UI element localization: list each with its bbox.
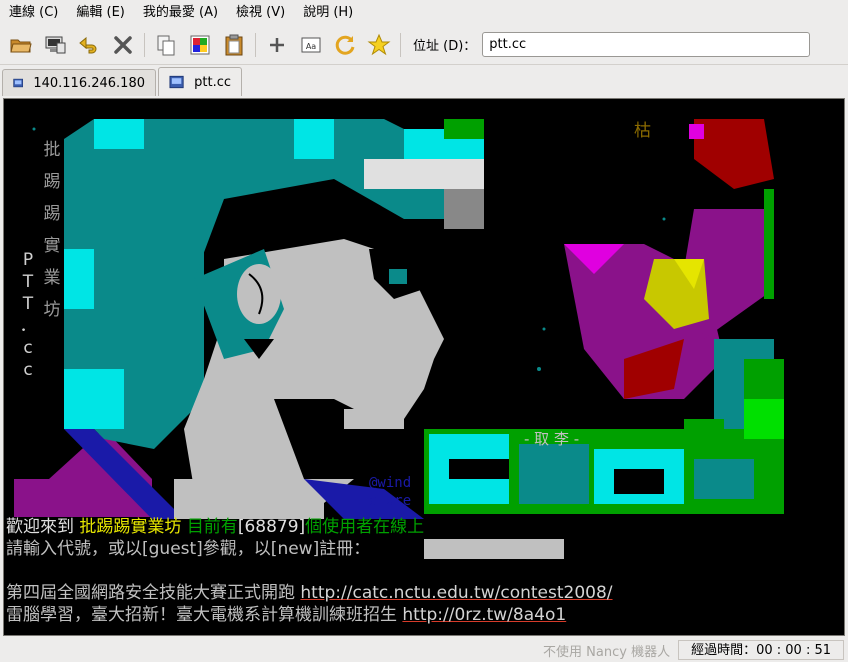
vertical-char: c xyxy=(23,360,33,380)
tab-label: 140.116.246.180 xyxy=(33,75,145,91)
robot-status: 不使用 Nancy 機器人 xyxy=(543,644,671,660)
artist-credit-2: azure xyxy=(369,493,412,509)
paste-icon xyxy=(225,34,243,55)
vertical-char: 踢 xyxy=(43,204,61,224)
disconnect-icon xyxy=(114,35,132,54)
login-input[interactable] xyxy=(424,539,564,559)
copy-icon xyxy=(157,35,175,55)
menubar: 連線 (C) 編輯 (E) 我的最愛 (A) 檢視 (V) 說明 (H) xyxy=(0,0,848,25)
menu-connection[interactable]: 連線 (C) xyxy=(4,0,63,25)
tab-label: ptt.cc xyxy=(194,74,231,90)
reconnect-button[interactable] xyxy=(72,29,106,61)
vertical-char: 踢 xyxy=(43,172,61,192)
elapsed-time: 經過時間：00 : 00 : 51 xyxy=(678,640,844,660)
news-text-1: 第四屆全國網路安全技能大賽正式開跑 xyxy=(6,583,295,603)
tab-ptt-cc[interactable]: ptt.cc xyxy=(158,67,242,96)
vertical-char: 批 xyxy=(43,140,61,160)
reconnect-icon xyxy=(79,36,97,53)
menu-view[interactable]: 檢視 (V) xyxy=(231,0,290,25)
terminal-tab-icon xyxy=(13,78,24,88)
address-label: 位址 (D)： xyxy=(413,39,477,54)
login-prompt: 請輸入代號，或以[guest]參觀，以[new]註冊： xyxy=(6,539,371,559)
vertical-char: T xyxy=(22,294,34,314)
news-line-2: 雷腦學習，臺大招新！臺大電機系計算機訓練班招生 http://0rz.tw/8a… xyxy=(6,605,566,625)
ascii-art-button[interactable]: Aa xyxy=(294,29,328,61)
star-button[interactable] xyxy=(362,29,396,61)
vertical-char: 業 xyxy=(43,268,61,288)
vertical-char: c xyxy=(23,338,33,358)
site-manager-button[interactable] xyxy=(38,29,72,61)
welcome-site: 批踢踢實業坊 xyxy=(79,517,182,537)
welcome-suffix: 個使用者在線上 xyxy=(305,517,425,537)
color-copy-icon xyxy=(190,35,210,54)
vertical-title-left: 批 踢 踢 實 業 坊 xyxy=(42,139,62,321)
vertical-char: ． xyxy=(19,316,37,336)
color-copy-button[interactable] xyxy=(183,29,217,61)
news-link-1[interactable]: http://catc.nctu.edu.tw/contest2008/ xyxy=(300,583,612,603)
welcome-line: 歡迎來到 批踢踢實業坊 目前有[68879]個使用者在線上 xyxy=(6,517,424,537)
disconnect-button[interactable] xyxy=(106,29,140,61)
terminal-screen[interactable]: 批 踢 踢 實 業 坊 P T T ． c c 枯 - 取 李 - @wind … xyxy=(3,98,845,636)
artwork-signature: - 取 李 - xyxy=(524,430,580,448)
welcome-prefix: 歡迎來到 xyxy=(6,517,74,537)
vertical-char: P xyxy=(22,250,34,270)
vertical-char: T xyxy=(22,272,34,292)
open-folder-icon xyxy=(10,39,32,52)
news-text-2: 雷腦學習，臺大招新！臺大電機系計算機訓練班招生 xyxy=(6,605,397,625)
copy-button[interactable] xyxy=(149,29,183,61)
site-manager-icon xyxy=(45,36,66,53)
add-favorite-button[interactable] xyxy=(260,29,294,61)
star-icon xyxy=(367,33,391,55)
menu-favorites[interactable]: 我的最愛 (A) xyxy=(138,0,223,25)
vertical-ptt: P T T ． c c xyxy=(18,249,38,381)
online-count: [68879] xyxy=(237,517,306,537)
svg-text:Aa: Aa xyxy=(306,42,316,51)
tab-140-116-246-180[interactable]: 140.116.246.180 xyxy=(2,69,156,96)
address-input[interactable] xyxy=(482,32,811,57)
menu-edit[interactable]: 編輯 (E) xyxy=(71,0,130,25)
toolbar: Aa 位址 (D)： xyxy=(0,25,848,65)
corner-char: 枯 xyxy=(634,121,651,141)
vertical-char: 坊 xyxy=(43,300,61,320)
open-folder-button[interactable] xyxy=(4,29,38,61)
news-line-1: 第四屆全國網路安全技能大賽正式開跑 http://catc.nctu.edu.t… xyxy=(6,583,613,603)
news-link-2[interactable]: http://0rz.tw/8a4o1 xyxy=(402,605,566,625)
refresh-icon xyxy=(335,35,355,55)
toolbar-separator xyxy=(400,32,401,57)
vertical-char: 實 xyxy=(43,236,61,256)
paste-button[interactable] xyxy=(217,29,251,61)
menu-help[interactable]: 說明 (H) xyxy=(298,0,358,25)
ascii-art-icon: Aa xyxy=(301,37,321,52)
refresh-button[interactable] xyxy=(328,29,362,61)
toolbar-separator xyxy=(255,32,256,57)
statusbar: 不使用 Nancy 機器人 經過時間：00 : 00 : 51 xyxy=(0,638,848,662)
toolbar-separator xyxy=(144,32,145,57)
artist-credit-1: @wind xyxy=(369,475,412,491)
welcome-current: 目前有 xyxy=(186,517,238,537)
terminal-tab-icon xyxy=(169,75,184,89)
tab-bar: 140.116.246.180 ptt.cc xyxy=(0,66,848,96)
add-favorite-icon xyxy=(270,37,284,52)
